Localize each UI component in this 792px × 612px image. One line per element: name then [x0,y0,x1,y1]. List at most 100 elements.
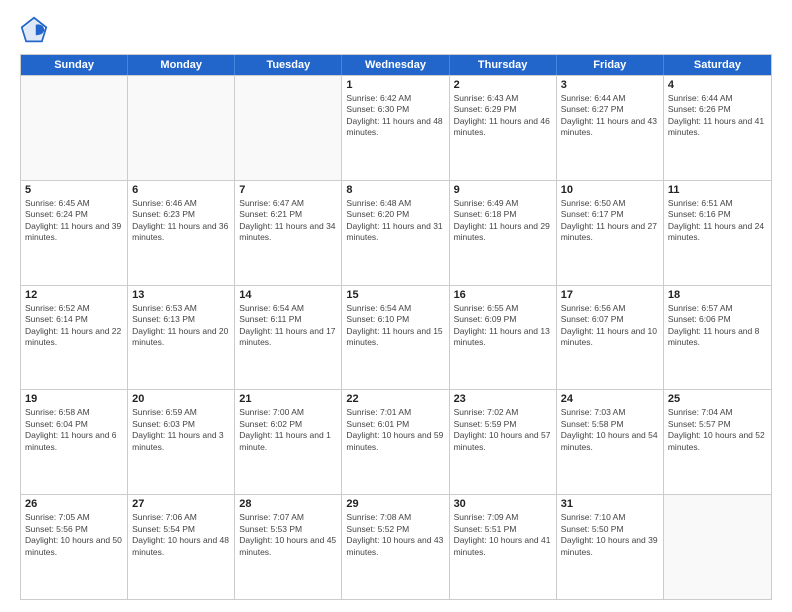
day-number: 11 [668,184,767,196]
day-number: 21 [239,393,337,405]
calendar-week-row: 1Sunrise: 6:42 AMSunset: 6:30 PMDaylight… [21,75,771,180]
calendar-cell: 20 Sunrise: 6:59 AMSunset: 6:03 PMDayligh… [128,390,235,494]
day-number: 15 [346,289,444,301]
day-info: Sunrise: 6:56 AMSunset: 6:07 PMDaylight:… [561,303,659,349]
day-number: 1 [346,79,444,91]
calendar-cell: 19Sunrise: 6:58 AMSunset: 6:04 PMDayligh… [21,390,128,494]
calendar-header-cell: Sunday [21,55,128,75]
day-number: 7 [239,184,337,196]
calendar-cell-empty [21,76,128,180]
calendar-cell: 31Sunrise: 7:10 AMSunset: 5:50 PMDayligh… [557,495,664,599]
calendar-cell: 28Sunrise: 7:07 AMSunset: 5:53 PMDayligh… [235,495,342,599]
day-number: 28 [239,498,337,510]
calendar-cell: 15 Sunrise: 6:54 AMSunset: 6:10 PMDayligh… [342,286,449,390]
day-number: 17 [561,289,659,301]
day-number: 14 [239,289,337,301]
day-number: 24 [561,393,659,405]
page: SundayMondayTuesdayWednesdayThursdayFrid… [0,0,792,612]
calendar-cell: 10 Sunrise: 6:50 AMSunset: 6:17 PMDayligh… [557,181,664,285]
calendar-cell: 18 Sunrise: 6:57 AMSunset: 6:06 PMDayligh… [664,286,771,390]
day-number: 6 [132,184,230,196]
day-number: 12 [25,289,123,301]
day-info: Sunrise: 7:03 AMSunset: 5:58 PMDaylight:… [561,407,659,453]
calendar-cell: 22Sunrise: 7:01 AMSunset: 6:01 PMDayligh… [342,390,449,494]
calendar-header-cell: Wednesday [342,55,449,75]
calendar-cell: 13Sunrise: 6:53 AMSunset: 6:13 PMDayligh… [128,286,235,390]
day-number: 22 [346,393,444,405]
day-info: Sunrise: 6:44 AMSunset: 6:26 PMDaylight:… [668,93,767,139]
calendar-cell: 21 Sunrise: 7:00 AMSunset: 6:02 PMDayligh… [235,390,342,494]
calendar-week-row: 5 Sunrise: 6:45 AMSunset: 6:24 PMDaylight… [21,180,771,285]
calendar-cell: 27 Sunrise: 7:06 AMSunset: 5:54 PMDayligh… [128,495,235,599]
calendar: SundayMondayTuesdayWednesdayThursdayFrid… [20,54,772,600]
calendar-cell: 4 Sunrise: 6:44 AMSunset: 6:26 PMDaylight… [664,76,771,180]
calendar-body: 1Sunrise: 6:42 AMSunset: 6:30 PMDaylight… [21,75,771,599]
calendar-cell: 6 Sunrise: 6:46 AMSunset: 6:23 PMDaylight… [128,181,235,285]
calendar-cell: 9 Sunrise: 6:49 AMSunset: 6:18 PMDaylight… [450,181,557,285]
calendar-header-row: SundayMondayTuesdayWednesdayThursdayFrid… [21,55,771,75]
day-info: Sunrise: 7:06 AMSunset: 5:54 PMDaylight:… [132,512,230,558]
day-number: 4 [668,79,767,91]
day-number: 29 [346,498,444,510]
day-info: Sunrise: 7:04 AMSunset: 5:57 PMDaylight:… [668,407,767,453]
day-info: Sunrise: 7:02 AMSunset: 5:59 PMDaylight:… [454,407,552,453]
calendar-cell: 23 Sunrise: 7:02 AMSunset: 5:59 PMDayligh… [450,390,557,494]
day-info: Sunrise: 6:45 AMSunset: 6:24 PMDaylight:… [25,198,123,244]
day-info: Sunrise: 7:09 AMSunset: 5:51 PMDaylight:… [454,512,552,558]
day-info: Sunrise: 7:08 AMSunset: 5:52 PMDaylight:… [346,512,444,558]
day-number: 30 [454,498,552,510]
day-info: Sunrise: 6:43 AMSunset: 6:29 PMDaylight:… [454,93,552,139]
day-info: Sunrise: 6:59 AMSunset: 6:03 PMDaylight:… [132,407,230,453]
day-info: Sunrise: 6:50 AMSunset: 6:17 PMDaylight:… [561,198,659,244]
day-info: Sunrise: 6:55 AMSunset: 6:09 PMDaylight:… [454,303,552,349]
calendar-cell: 14 Sunrise: 6:54 AMSunset: 6:11 PMDayligh… [235,286,342,390]
calendar-cell: 29 Sunrise: 7:08 AMSunset: 5:52 PMDayligh… [342,495,449,599]
day-number: 10 [561,184,659,196]
day-number: 26 [25,498,123,510]
day-number: 18 [668,289,767,301]
calendar-cell: 5 Sunrise: 6:45 AMSunset: 6:24 PMDaylight… [21,181,128,285]
day-info: Sunrise: 6:49 AMSunset: 6:18 PMDaylight:… [454,198,552,244]
day-number: 2 [454,79,552,91]
day-info: Sunrise: 6:51 AMSunset: 6:16 PMDaylight:… [668,198,767,244]
day-number: 27 [132,498,230,510]
day-number: 23 [454,393,552,405]
day-number: 25 [668,393,767,405]
day-number: 5 [25,184,123,196]
calendar-cell-empty [128,76,235,180]
day-info: Sunrise: 6:52 AMSunset: 6:14 PMDaylight:… [25,303,123,349]
calendar-cell: 17 Sunrise: 6:56 AMSunset: 6:07 PMDayligh… [557,286,664,390]
logo [20,16,52,44]
logo-icon [20,16,48,44]
day-info: Sunrise: 7:00 AMSunset: 6:02 PMDaylight:… [239,407,337,453]
calendar-cell: 7 Sunrise: 6:47 AMSunset: 6:21 PMDaylight… [235,181,342,285]
calendar-cell: 26 Sunrise: 7:05 AMSunset: 5:56 PMDayligh… [21,495,128,599]
calendar-header-cell: Friday [557,55,664,75]
day-number: 9 [454,184,552,196]
header [20,16,772,44]
day-info: Sunrise: 6:54 AMSunset: 6:10 PMDaylight:… [346,303,444,349]
day-info: Sunrise: 6:47 AMSunset: 6:21 PMDaylight:… [239,198,337,244]
day-number: 20 [132,393,230,405]
day-info: Sunrise: 6:57 AMSunset: 6:06 PMDaylight:… [668,303,767,349]
calendar-cell: 8 Sunrise: 6:48 AMSunset: 6:20 PMDaylight… [342,181,449,285]
day-info: Sunrise: 6:54 AMSunset: 6:11 PMDaylight:… [239,303,337,349]
day-number: 13 [132,289,230,301]
day-info: Sunrise: 6:46 AMSunset: 6:23 PMDaylight:… [132,198,230,244]
calendar-week-row: 19Sunrise: 6:58 AMSunset: 6:04 PMDayligh… [21,389,771,494]
day-info: Sunrise: 7:05 AMSunset: 5:56 PMDaylight:… [25,512,123,558]
calendar-header-cell: Saturday [664,55,771,75]
calendar-cell-empty [235,76,342,180]
day-number: 19 [25,393,123,405]
calendar-week-row: 12 Sunrise: 6:52 AMSunset: 6:14 PMDayligh… [21,285,771,390]
calendar-cell-empty [664,495,771,599]
calendar-cell: 3Sunrise: 6:44 AMSunset: 6:27 PMDaylight… [557,76,664,180]
calendar-header-cell: Thursday [450,55,557,75]
day-info: Sunrise: 6:48 AMSunset: 6:20 PMDaylight:… [346,198,444,244]
calendar-cell: 16Sunrise: 6:55 AMSunset: 6:09 PMDayligh… [450,286,557,390]
calendar-header-cell: Monday [128,55,235,75]
calendar-cell: 11 Sunrise: 6:51 AMSunset: 6:16 PMDayligh… [664,181,771,285]
day-info: Sunrise: 7:10 AMSunset: 5:50 PMDaylight:… [561,512,659,558]
day-number: 3 [561,79,659,91]
day-number: 8 [346,184,444,196]
